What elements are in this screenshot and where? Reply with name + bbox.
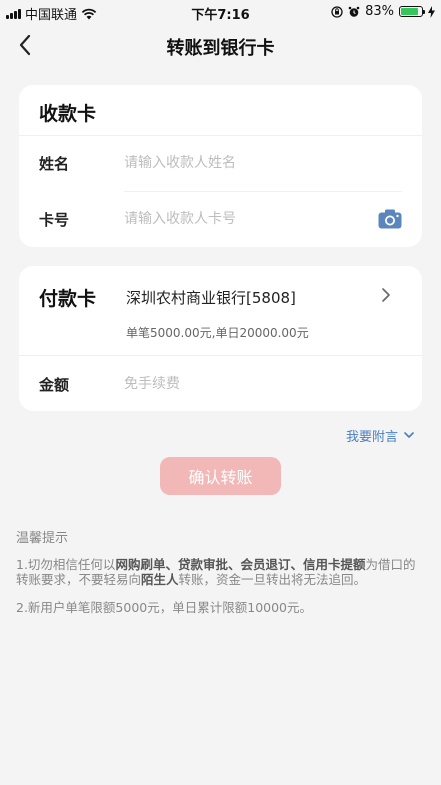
tip-1: 1.切勿相信任何以网购刷单、贷款审批、会员退订、信用卡提额为借口的转账要求，不要… [16, 557, 421, 587]
pay-card-header: 付款卡 [39, 288, 97, 310]
add-remark-link[interactable]: 我要附言 [346, 426, 414, 445]
divider [19, 355, 422, 356]
name-label: 姓名 [39, 155, 70, 173]
card-number-label: 卡号 [39, 211, 70, 229]
camera-icon[interactable] [378, 209, 402, 229]
receive-card-header: 收款卡 [39, 103, 97, 125]
chevron-down-icon [404, 432, 414, 438]
rotation-lock-icon [331, 5, 343, 18]
tip-1-bold: 陌生人 [141, 572, 179, 587]
battery-fill [401, 8, 418, 15]
battery-icon [399, 6, 425, 17]
nav-bar: 转账到银行卡 [0, 24, 441, 68]
limit-text: 单笔5000.00元,单日20000.00元 [126, 326, 309, 340]
tip-2: 2.新用户单笔限额5000元，单日累计限额10000元。 [16, 600, 313, 615]
chevron-right-icon[interactable] [380, 287, 392, 303]
payee-name-input[interactable] [124, 151, 364, 175]
page-title: 转账到银行卡 [166, 38, 275, 59]
amount-input[interactable] [124, 372, 364, 396]
status-bar: 中国联通 下午7:16 83% [0, 0, 441, 24]
tip-1-text: 转账，资金一旦转出将无法追回。 [178, 572, 367, 587]
battery-percent: 83% [365, 4, 394, 19]
amount-label: 金额 [39, 376, 70, 394]
confirm-transfer-button[interactable]: 确认转账 [160, 457, 281, 495]
charging-icon [428, 5, 435, 18]
receive-card: 收款卡 姓名 卡号 [19, 85, 422, 247]
status-right: 83% [331, 4, 435, 19]
divider [124, 191, 402, 192]
pay-card: 付款卡 深圳农村商业银行[5808] 单笔5000.00元,单日20000.00… [19, 266, 422, 411]
tips-title: 温馨提示 [16, 531, 69, 546]
tip-1-text: 1.切勿相信任何以 [16, 557, 116, 572]
divider [19, 135, 422, 136]
tip-1-bold: 网购刷单、贷款审批、会员退订、信用卡提额 [115, 557, 366, 572]
alarm-icon [348, 6, 360, 17]
payee-card-number-input[interactable] [124, 207, 364, 231]
remark-link-label: 我要附言 [345, 430, 398, 445]
bank-name[interactable]: 深圳农村商业银行[5808] [126, 287, 296, 308]
